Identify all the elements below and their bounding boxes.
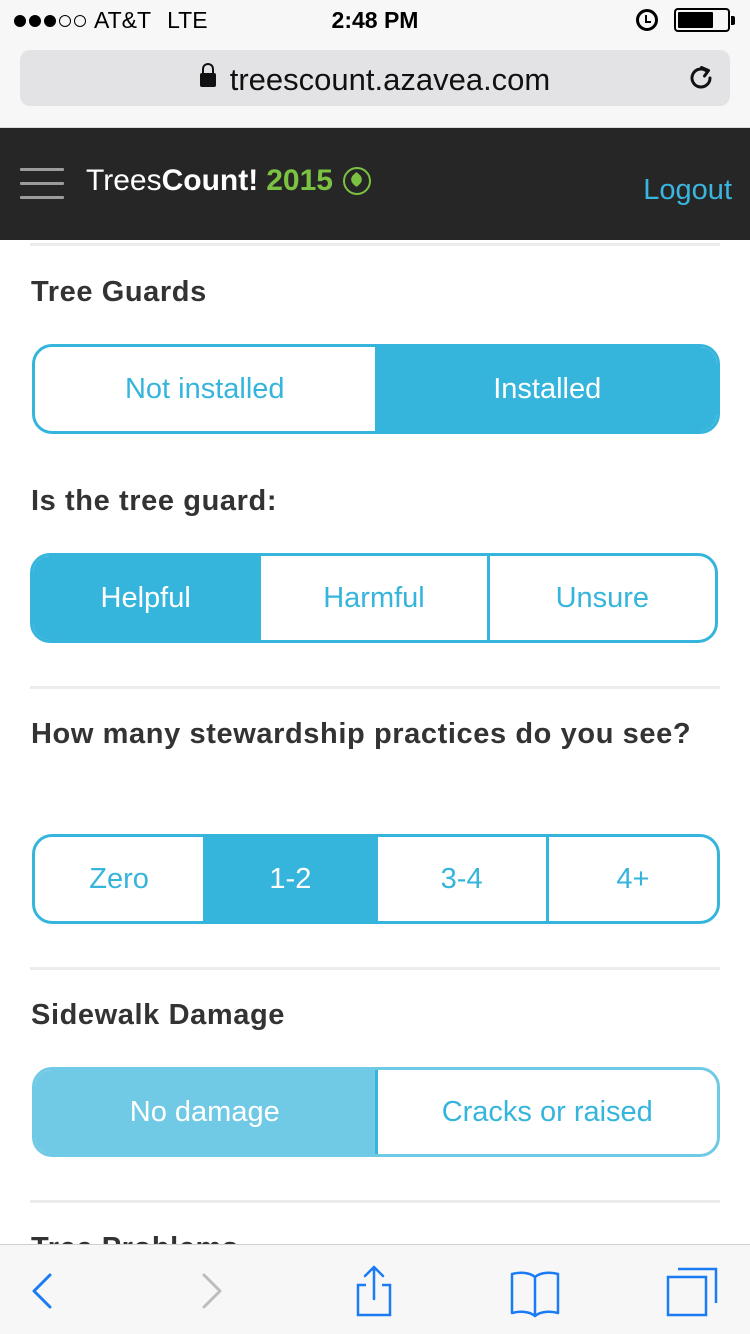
option-not-installed[interactable]: Not installed [35, 347, 378, 431]
url-text: treescount.azavea.com [229, 62, 551, 97]
lock-icon [199, 62, 216, 87]
stewardship-toggle: Zero 1-2 3-4 4+ [32, 834, 720, 924]
bookmarks-button[interactable] [507, 1263, 563, 1319]
option-3-4[interactable]: 3-4 [378, 837, 549, 921]
tree-guard-quality-title: Is the tree guard: [31, 485, 278, 517]
alarm-icon [636, 9, 658, 31]
logout-link[interactable]: Logout [643, 174, 732, 207]
tabs-button[interactable] [664, 1263, 720, 1319]
option-zero[interactable]: Zero [35, 837, 207, 921]
hamburger-line [20, 196, 64, 199]
app-header: Trees Count! 2015 Logout [0, 128, 750, 240]
bookmarks-icon [510, 1271, 560, 1318]
option-no-damage[interactable]: No damage [35, 1070, 378, 1154]
back-icon [32, 1273, 52, 1309]
divider [30, 686, 720, 689]
option-1-2[interactable]: 1-2 [206, 837, 378, 921]
share-button[interactable] [346, 1263, 402, 1319]
tree-guards-title: Tree Guards [31, 276, 207, 308]
battery-level [678, 12, 713, 28]
tabs-icon [666, 1267, 718, 1317]
option-unsure[interactable]: Unsure [490, 556, 715, 640]
option-helpful[interactable]: Helpful [33, 556, 262, 640]
survey-form: Tree Guards Not installed Installed Is t… [0, 240, 750, 1244]
share-icon [356, 1265, 392, 1317]
sidewalk-damage-title: Sidewalk Damage [31, 999, 285, 1031]
browser-address-area: treescount.azavea.com [0, 40, 750, 128]
app-logo[interactable]: Trees Count! 2015 [86, 164, 371, 198]
url-display[interactable]: treescount.azavea.com [20, 62, 730, 98]
hamburger-menu-icon[interactable] [20, 168, 64, 200]
address-bar[interactable]: treescount.azavea.com [20, 50, 730, 106]
logo-text-bold: Count! [161, 164, 259, 197]
leaf-icon [342, 167, 371, 195]
option-installed[interactable]: Installed [377, 347, 717, 431]
reload-icon[interactable] [686, 63, 716, 93]
option-4-plus[interactable]: 4+ [549, 837, 717, 921]
divider [30, 1200, 720, 1203]
tree-problems-title: Tree Problems [31, 1224, 721, 1244]
back-button[interactable] [14, 1263, 70, 1319]
status-right [636, 8, 735, 32]
divider [30, 243, 720, 246]
stewardship-title: How many stewardship practices do you se… [31, 718, 692, 750]
sidewalk-damage-toggle: No damage Cracks or raised [32, 1067, 720, 1157]
browser-toolbar [0, 1244, 750, 1334]
hamburger-line [20, 168, 64, 171]
divider [30, 967, 720, 970]
option-harmful[interactable]: Harmful [261, 556, 490, 640]
forward-button[interactable] [184, 1263, 240, 1319]
logo-text-light: Trees [86, 164, 162, 197]
option-cracks-or-raised[interactable]: Cracks or raised [378, 1070, 718, 1154]
forward-icon [202, 1273, 222, 1309]
logo-year: 2015 [266, 164, 333, 197]
tree-guards-toggle: Not installed Installed [32, 344, 720, 434]
tree-guard-quality-toggle: Helpful Harmful Unsure [30, 553, 718, 643]
hamburger-line [20, 182, 64, 185]
battery-icon [674, 8, 735, 32]
status-bar: AT&T LTE 2:48 PM [0, 0, 750, 40]
